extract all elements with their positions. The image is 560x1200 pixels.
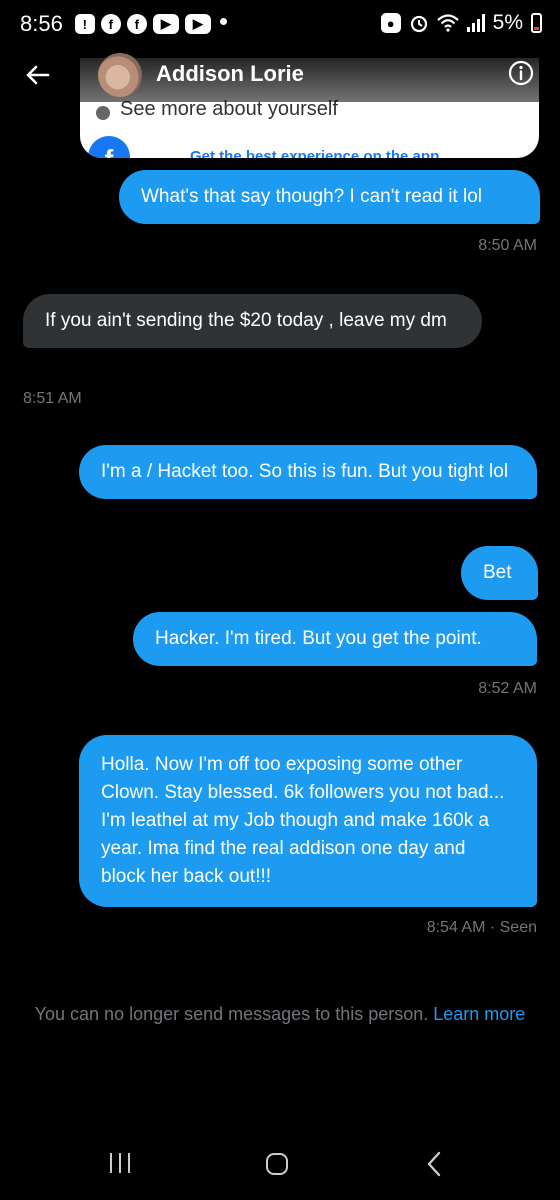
message-timestamp: 8:52 AM [478,680,537,697]
youtube-icon: ▶ [184,14,211,34]
message-bubble-incoming[interactable]: If you ain't sending the $20 today , lea… [23,294,482,348]
message-timestamp: 8:50 AM [478,237,537,254]
battery-percent: 5% [492,11,523,34]
messaging-disabled-notice: You can no longer send messages to this … [0,1004,560,1025]
facebook-icon: f [100,14,121,34]
wifi-icon [436,14,459,32]
message-bubble-outgoing[interactable]: Holla. Now I'm off too exposing some oth… [79,735,537,907]
message-bubble-outgoing[interactable]: What's that say though? I can't read it … [119,170,540,224]
back-arrow-icon[interactable] [22,60,52,90]
avatar[interactable] [98,53,142,97]
status-time: 8:56 [20,11,63,36]
nav-back-icon[interactable] [424,1151,444,1177]
vpn-icon: ● [380,13,401,33]
info-icon[interactable] [508,60,534,86]
conversation-title[interactable]: Addison Lorie [156,61,304,87]
message-bubble-outgoing[interactable]: I'm a / Hacket too. So this is fun. But … [79,445,537,499]
home-icon[interactable] [266,1153,288,1175]
alert-icon: ! [74,14,95,34]
conversation-header: Addison Lorie [0,48,560,102]
alarm-icon [410,15,427,33]
message-timestamp: 8:51 AM [23,390,82,407]
signal-icon [466,14,485,32]
system-nav-bar [0,1135,560,1195]
facebook-icon: f [126,14,147,34]
status-bar-right: ● 5% [380,11,542,35]
facebook-logo-icon: f [88,136,130,158]
notification-dot [220,18,227,25]
message-timestamp-seen: 8:54 AM · Seen [426,919,537,936]
notice-text: You can no longer send messages to this … [34,1004,429,1024]
message-bubble-outgoing[interactable]: Bet [461,546,538,600]
status-bar-left: 8:56 ! f f ▶ ▶ [20,11,211,37]
recents-icon[interactable] [110,1153,130,1173]
bullet-icon [96,106,110,120]
youtube-icon: ▶ [152,14,179,34]
status-bar: 8:56 ! f f ▶ ▶ ● 5% [0,0,560,48]
message-bubble-outgoing[interactable]: Hacker. I'm tired. But you get the point… [133,612,537,666]
card-link-text: Get the best experience on the app [190,148,440,158]
learn-more-link[interactable]: Learn more [433,1004,525,1024]
battery-icon [531,13,542,33]
